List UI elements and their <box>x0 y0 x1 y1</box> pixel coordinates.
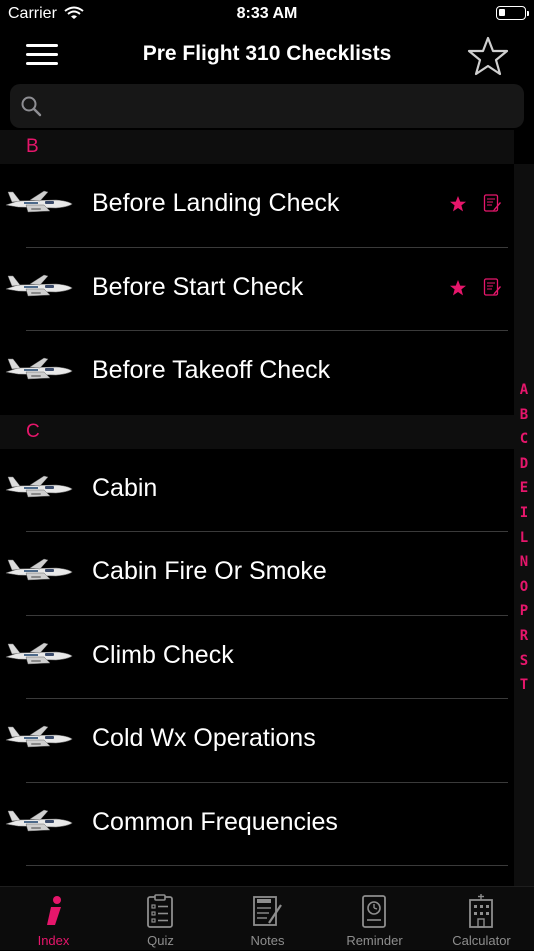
checklist-list: B Before Landing Check Before Start Check… <box>0 130 514 866</box>
clock-device-icon <box>362 895 386 928</box>
index-letter-r[interactable]: R <box>514 624 534 649</box>
checklist-row[interactable]: Cold Wx Operations <box>0 699 514 783</box>
tab-notes[interactable]: Notes <box>214 887 321 951</box>
favorite-star-icon[interactable] <box>449 279 467 297</box>
tab-label: Reminder <box>346 933 403 948</box>
battery-icon <box>496 6 529 20</box>
airplane-icon <box>5 558 73 581</box>
status-bar: Carrier 8:33 AM <box>0 0 534 28</box>
checklist-title: Before Takeoff Check <box>92 356 331 384</box>
index-letter-n[interactable]: N <box>514 550 534 575</box>
airplane-icon <box>5 475 73 497</box>
checklist-row[interactable]: Climb Check <box>0 615 514 699</box>
tab-bar: Index Quiz Notes Reminder Calculator <box>0 886 534 950</box>
note-icon[interactable] <box>483 277 501 297</box>
tab-reminder[interactable]: Reminder <box>321 887 428 951</box>
favorites-star-icon[interactable] <box>466 34 510 78</box>
tab-index[interactable]: Index <box>0 887 107 951</box>
building-icon <box>469 894 493 928</box>
index-letter-d[interactable]: D <box>514 452 534 477</box>
airplane-icon <box>5 809 73 831</box>
info-icon <box>47 896 61 925</box>
checklist-row[interactable]: Cabin Fire Or Smoke <box>0 532 514 616</box>
index-letter-t[interactable]: T <box>514 673 534 698</box>
airplane-icon <box>5 190 73 213</box>
tab-quiz[interactable]: Quiz <box>107 887 214 951</box>
page-title: Pre Flight 310 Checklists <box>142 42 392 65</box>
index-letter-p[interactable]: P <box>514 599 534 624</box>
airplane-icon <box>5 357 73 380</box>
airplane-icon <box>5 725 73 748</box>
checklist-row[interactable]: Before Landing Check <box>0 164 514 248</box>
tab-label: Quiz <box>147 933 174 948</box>
checklist-icon <box>147 894 173 928</box>
checklist-title: Before Start Check <box>92 272 304 301</box>
status-time: 8:33 AM <box>236 5 298 22</box>
index-letter-o[interactable]: O <box>514 575 534 600</box>
note-icon[interactable] <box>483 193 501 213</box>
checklist-title: Cabin <box>92 473 158 502</box>
index-letter-i[interactable]: I <box>514 501 534 526</box>
checklist-row[interactable]: Before Takeoff Check <box>0 331 514 415</box>
index-letter-s[interactable]: S <box>514 649 534 674</box>
checklist-title: Common Frequencies <box>92 807 338 836</box>
checklist-title: Before Landing Check <box>92 189 340 217</box>
checklist-title: Cabin Fire Or Smoke <box>92 557 327 585</box>
checklist-row[interactable]: Before Start Check <box>0 247 514 331</box>
airplane-icon <box>5 642 73 664</box>
tab-label: Index <box>37 933 70 948</box>
index-letter-c[interactable]: C <box>514 427 534 452</box>
section-header-c: C <box>0 414 514 449</box>
tab-calculator[interactable]: Calculator <box>428 887 534 951</box>
checklist-title: Cold Wx Operations <box>92 724 316 752</box>
favorite-star-icon[interactable] <box>449 195 467 213</box>
checklist-row[interactable]: Cabin <box>0 448 514 532</box>
checklist-title: Climb Check <box>92 640 234 669</box>
tab-label: Calculator <box>452 933 511 948</box>
search-icon <box>21 96 42 117</box>
search-bar <box>10 84 524 128</box>
index-letter-b[interactable]: B <box>514 403 534 428</box>
tab-label: Notes <box>250 933 285 948</box>
nav-bar: Pre Flight 310 Checklists <box>0 28 534 82</box>
section-header-b: B <box>0 130 514 164</box>
airplane-icon <box>5 274 73 296</box>
index-letter-e[interactable]: E <box>514 476 534 501</box>
index-letter-a[interactable]: A <box>514 378 534 403</box>
section-index: ABCDEILNOPRST <box>514 378 534 698</box>
search-input[interactable] <box>50 90 514 124</box>
checklist-row[interactable]: Common Frequencies <box>0 782 514 866</box>
notes-icon <box>253 896 282 926</box>
index-letter-l[interactable]: L <box>514 526 534 551</box>
